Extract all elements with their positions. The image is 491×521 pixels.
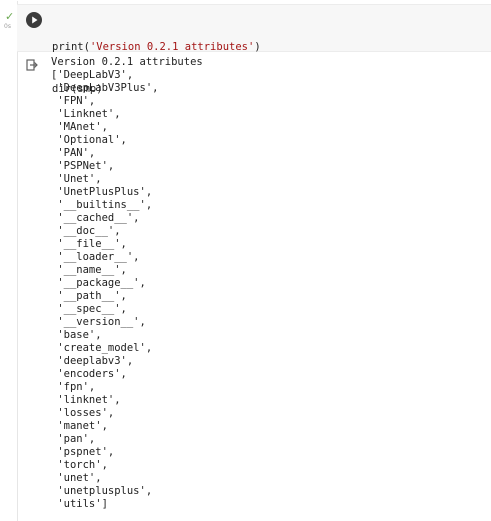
output-line: 'fpn', xyxy=(51,381,96,393)
output-line: 'torch', xyxy=(51,459,108,471)
output-line: ['DeepLabV3', xyxy=(51,69,134,81)
output-line: 'encoders', xyxy=(51,368,127,380)
output-line: '__name__', xyxy=(51,264,127,276)
output-line: 'PAN', xyxy=(51,147,96,159)
output-line: 'base', xyxy=(51,329,102,341)
output-line: '__spec__', xyxy=(51,303,127,315)
output-line: '__version__', xyxy=(51,316,146,328)
play-icon xyxy=(32,16,38,24)
output-line: 'Optional', xyxy=(51,134,127,146)
output-line: '__loader__', xyxy=(51,251,140,263)
output-line: '__builtins__', xyxy=(51,199,153,211)
output-line: 'Unet', xyxy=(51,173,102,185)
output-line: 'FPN', xyxy=(51,95,96,107)
output-line: '__cached__', xyxy=(51,212,140,224)
output-redirect-icon xyxy=(26,59,38,71)
output-line: '__doc__', xyxy=(51,225,121,237)
output-line: 'MAnet', xyxy=(51,121,108,133)
output-line: Version 0.2.1 attributes xyxy=(51,56,203,68)
output-line: 'deeplabv3', xyxy=(51,355,134,367)
check-icon: ✓ xyxy=(5,10,15,23)
output-line: 'linknet', xyxy=(51,394,121,406)
output-line: 'pspnet', xyxy=(51,446,115,458)
output-line: 'unet', xyxy=(51,472,102,484)
output-line: 'create_model', xyxy=(51,342,153,354)
output-line: 'PSPNet', xyxy=(51,160,115,172)
output-line: '__file__', xyxy=(51,238,127,250)
output-line: 'losses', xyxy=(51,407,115,419)
code-token-print: print( xyxy=(52,41,90,53)
cell-gutter xyxy=(0,0,17,521)
output-line: 'pan', xyxy=(51,433,96,445)
code-token-close: ) xyxy=(254,41,261,53)
run-cell-button[interactable] xyxy=(26,12,42,28)
output-line: '__package__', xyxy=(51,277,146,289)
output-line: 'UnetPlusPlus', xyxy=(51,186,153,198)
output-line: 'DeepLabV3Plus', xyxy=(51,82,159,94)
output-line: 'unetplusplus', xyxy=(51,485,153,497)
cell-output: Version 0.2.1 attributes ['DeepLabV3', 'D… xyxy=(51,56,203,511)
code-token-string: 'Version 0.2.1 attributes' xyxy=(89,41,255,53)
output-line: '__path__', xyxy=(51,290,127,302)
output-line: 'Linknet', xyxy=(51,108,121,120)
output-line: 'manet', xyxy=(51,420,108,432)
output-line: 'utils'] xyxy=(51,498,108,510)
code-line-1: print('Version 0.2.1 attributes') xyxy=(52,40,261,54)
execution-time: 0s xyxy=(4,23,11,30)
